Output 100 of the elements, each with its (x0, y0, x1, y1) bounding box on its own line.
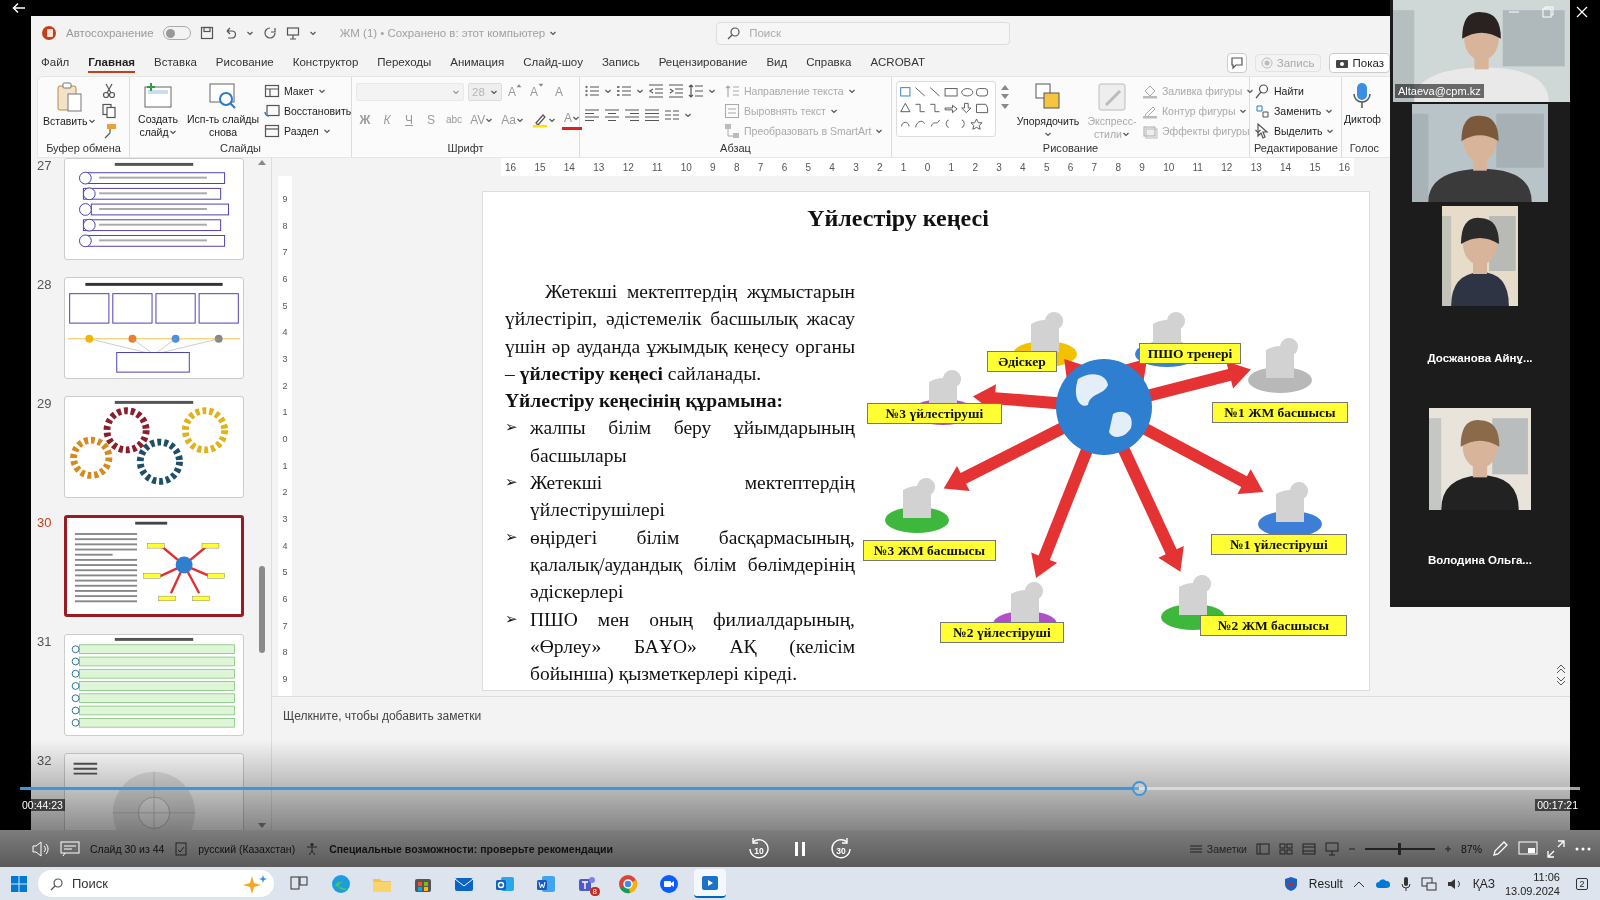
chevron-up-icon[interactable] (1352, 879, 1365, 888)
select-button[interactable]: Выделить (1254, 123, 1335, 139)
reset-button[interactable]: Восстановить (264, 103, 352, 119)
back-arrow-icon[interactable] (12, 2, 26, 14)
more-icon[interactable] (1000, 103, 1010, 111)
scrollbar-thumb[interactable] (259, 566, 265, 653)
zoom-in-icon[interactable] (1444, 844, 1452, 853)
previous-slide-icon[interactable] (1556, 664, 1566, 674)
next-slide-icon[interactable] (1556, 676, 1566, 686)
fullscreen-icon[interactable] (1547, 839, 1565, 858)
align-center-icon[interactable] (604, 107, 620, 123)
zoom-level[interactable]: 87% (1461, 842, 1482, 855)
language-indicator[interactable]: русский (Казахстан) (198, 842, 296, 855)
taskbar-button[interactable] (694, 869, 726, 898)
weather-label[interactable]: Result (1308, 876, 1343, 891)
participant-name: Altaeva@cpm.kz (1395, 84, 1484, 98)
outdent-icon[interactable] (648, 83, 664, 99)
indent-icon[interactable] (668, 83, 684, 99)
reading-view-icon[interactable] (1302, 842, 1316, 855)
slide-number: 27 (36, 158, 53, 173)
spellcheck-icon[interactable] (174, 841, 189, 856)
slide-sorter-icon[interactable] (1279, 842, 1293, 855)
forward-button[interactable]: 30 (829, 836, 853, 861)
new-slide-button[interactable]: Создать слайд (134, 81, 182, 142)
ribbon-tab[interactable]: Вид (766, 53, 788, 73)
ribbon-tab[interactable]: Конструктор (292, 53, 359, 73)
record-icon (1260, 57, 1273, 69)
close-icon[interactable] (1576, 6, 1588, 18)
slideshow-icon[interactable] (1325, 841, 1339, 856)
redo-icon[interactable] (262, 26, 277, 40)
align-left-icon[interactable] (584, 107, 600, 123)
speaker-icon[interactable] (1446, 876, 1463, 891)
ribbon-tab[interactable]: Анимация (450, 53, 505, 73)
save-icon[interactable] (199, 26, 214, 40)
app-icon (41, 25, 57, 41)
ruler-number: 1 (282, 460, 288, 471)
scroll-down-icon[interactable] (1000, 93, 1010, 101)
keyboard-language[interactable]: ҚАЗ (1472, 876, 1495, 891)
paste-button[interactable]: Вставить (42, 81, 97, 142)
presentation-icon[interactable] (285, 26, 300, 40)
scissors-icon[interactable] (100, 83, 117, 99)
notes-placeholder[interactable]: Щелкните, чтобы добавить заметки (283, 709, 482, 723)
ruler-number: 8 (1115, 161, 1121, 173)
ruler-number: 3 (996, 161, 1002, 173)
microphone-icon[interactable] (1400, 875, 1411, 892)
ribbon-tab[interactable]: ACROBAT (870, 53, 926, 73)
progress-handle[interactable] (1131, 781, 1147, 796)
network-icon[interactable] (1420, 876, 1437, 891)
comment-button[interactable] (1226, 53, 1247, 73)
normal-view-icon[interactable] (1256, 842, 1270, 855)
ribbon-tab[interactable]: Вставка (154, 53, 197, 73)
slide-thumbnail[interactable] (64, 515, 244, 617)
scroll-up-icon[interactable] (1000, 83, 1010, 91)
numbering-icon[interactable] (616, 83, 632, 99)
accessibility-icon[interactable] (305, 841, 320, 856)
ruler-number: 0 (924, 161, 931, 173)
align-right-icon[interactable] (624, 107, 640, 123)
ribbon-tab[interactable]: Справка (806, 53, 852, 73)
start-icon[interactable] (10, 874, 28, 893)
pause-icon[interactable] (793, 840, 807, 857)
section-button[interactable]: Раздел (264, 123, 352, 139)
ribbon-tab[interactable]: Главная (88, 53, 136, 73)
ribbon-tab[interactable]: Переходы (377, 53, 432, 73)
group-label: Голос (1348, 142, 1381, 156)
clock-time[interactable]: 11:06 (1533, 869, 1560, 884)
volume-icon[interactable] (32, 840, 50, 857)
rewind-button[interactable]: 10 (747, 836, 771, 861)
clock-date[interactable]: 13.09.2024 (1504, 883, 1560, 898)
taskbar-search-field[interactable]: Поиск (38, 870, 274, 897)
ruler-number: 14 (1280, 161, 1292, 173)
ribbon-tab[interactable]: Рецензирование (658, 53, 748, 73)
search-icon (1254, 83, 1270, 99)
pen-icon[interactable] (1491, 839, 1509, 858)
ruler-number: 11 (1192, 161, 1203, 173)
bullet-text: жалпы білім беру ұйымдарының басшылары (530, 416, 855, 468)
reuse-slides-button[interactable]: Исп-ть слайды снова (186, 81, 260, 142)
dictate-button[interactable]: Диктоф (1343, 81, 1382, 142)
ribbon-tab[interactable]: Рисование (215, 53, 274, 73)
layout-button[interactable]: Макет (264, 83, 352, 99)
ruler-number: 2 (282, 380, 288, 391)
notification-count[interactable]: 2 (1576, 877, 1588, 890)
justify-icon[interactable] (644, 107, 660, 123)
copy-icon[interactable] (100, 103, 117, 119)
group-label: Буфер обмена (45, 142, 122, 156)
zoom-slider-thumb[interactable] (1397, 842, 1401, 855)
bullets-icon[interactable] (584, 83, 600, 99)
ribbon-tab[interactable]: Слайд-шоу (523, 53, 583, 73)
ribbon-tab[interactable]: Файл (41, 53, 70, 73)
taskbar-button[interactable]: 8 (571, 869, 603, 898)
cast-icon[interactable] (1518, 840, 1538, 857)
ruler-number: 9 (282, 194, 288, 204)
ruler-number: 1 (948, 161, 955, 173)
arrange-button[interactable]: Упорядочить (1014, 81, 1082, 142)
ribbon-tab[interactable]: Запись (601, 53, 640, 73)
line-spacing-icon[interactable] (688, 83, 704, 99)
slide-number: 29 (36, 396, 53, 411)
present-button[interactable]: Показ (1328, 53, 1390, 73)
captions-icon[interactable] (60, 840, 80, 857)
cloud-icon[interactable] (1374, 876, 1391, 891)
replace-button[interactable]: Заменить (1254, 103, 1335, 119)
